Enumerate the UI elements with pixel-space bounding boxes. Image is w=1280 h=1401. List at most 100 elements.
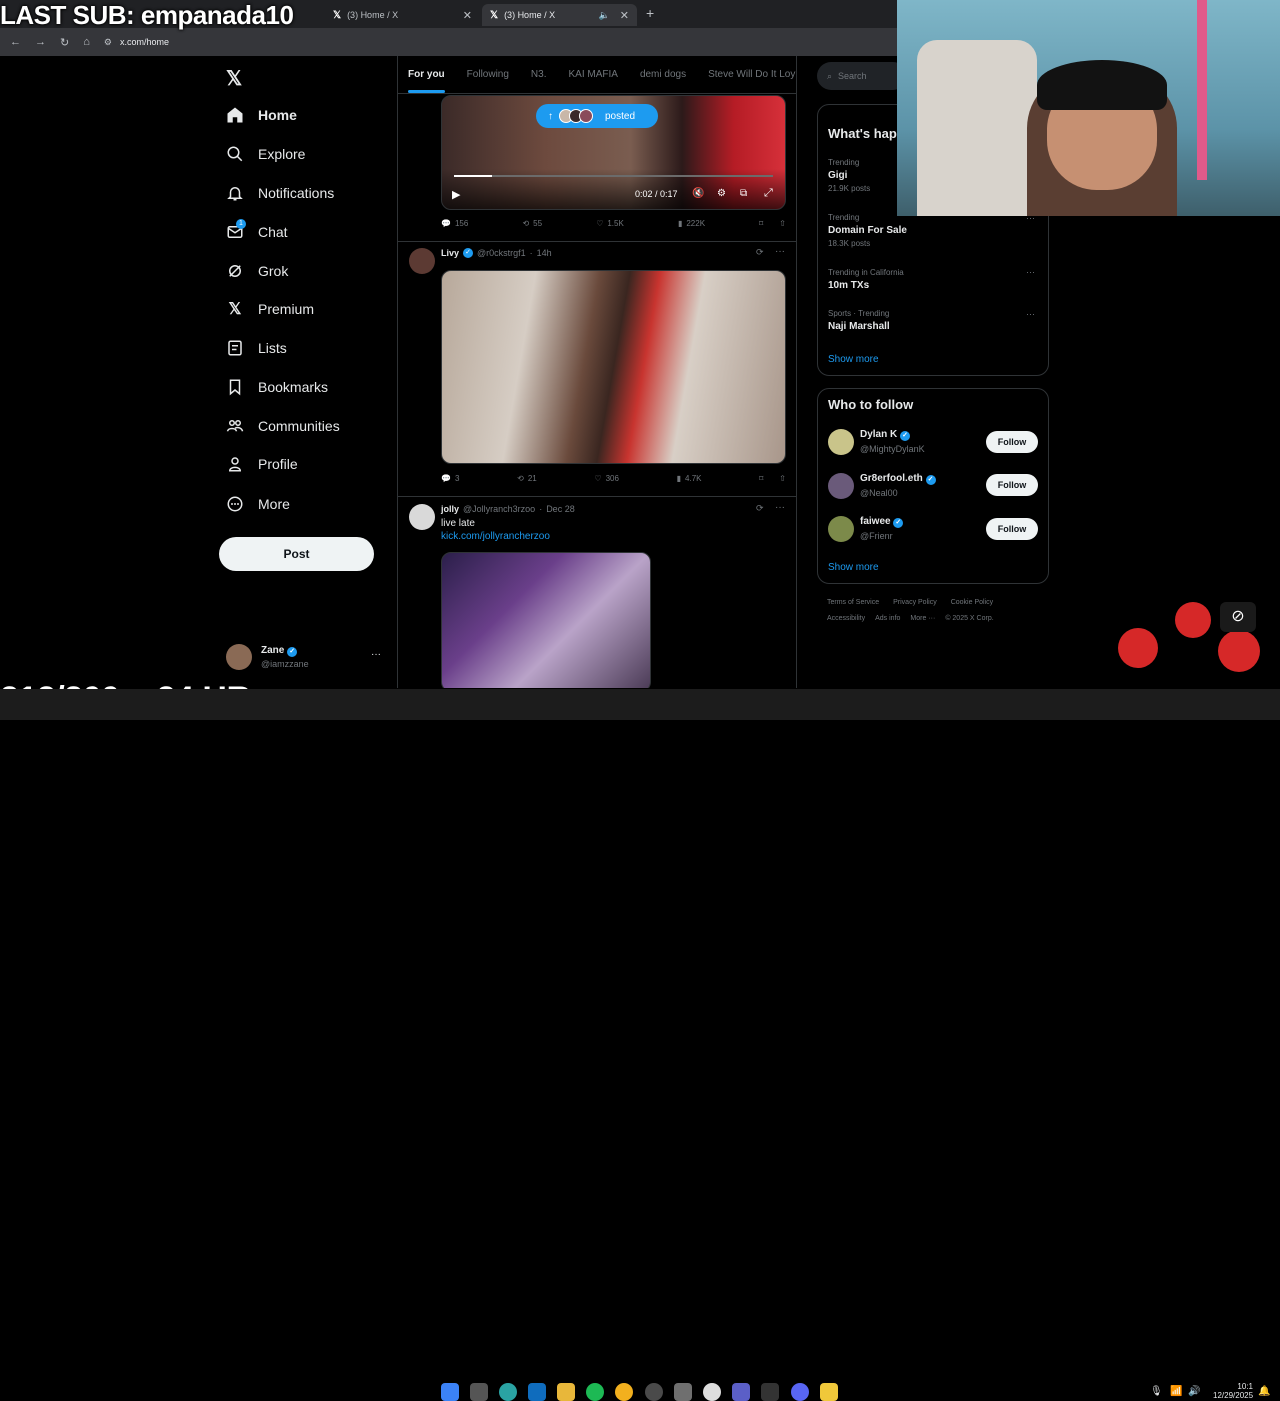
post-time[interactable]: Dec 28: [546, 504, 575, 514]
avatar[interactable]: [409, 504, 435, 530]
sidebar-item-explore[interactable]: Explore: [226, 145, 305, 163]
speaker-icon[interactable]: 🔈: [599, 10, 610, 21]
trend-item[interactable]: Sports · Trending Naji Marshall: [828, 309, 890, 332]
avatar[interactable]: [409, 248, 435, 274]
spotify-icon[interactable]: [586, 1383, 604, 1401]
store-icon[interactable]: [674, 1383, 692, 1401]
bookmark-button[interactable]: ⌑ ⇧: [759, 219, 786, 228]
windows-start-icon[interactable]: [441, 1383, 459, 1401]
sidebar-item-profile[interactable]: Profile: [226, 455, 298, 473]
chrome-icon[interactable]: [615, 1383, 633, 1401]
post-link[interactable]: kick.com/jollyrancherzoo: [441, 531, 550, 542]
account-switcher[interactable]: Zane ✓ @iamzzane ···: [226, 644, 386, 672]
file-explorer-icon[interactable]: [557, 1383, 575, 1401]
site-info-icon[interactable]: ⚙: [104, 37, 112, 48]
tab-n3[interactable]: N3.: [531, 69, 547, 80]
pip-icon[interactable]: ⧉: [740, 188, 747, 199]
author-name[interactable]: jolly: [441, 504, 459, 514]
sidebar-item-notifications[interactable]: Notifications: [226, 184, 334, 202]
avatar[interactable]: [828, 516, 854, 542]
tab-for-you[interactable]: For you: [408, 69, 445, 93]
browser-tab-active[interactable]: 𝕏 (3) Home / X 🔈 ✕: [482, 4, 637, 26]
follow-button[interactable]: Follow: [986, 431, 1038, 453]
sidebar-item-communities[interactable]: Communities: [226, 417, 340, 435]
views-button[interactable]: ▮ 222K: [678, 219, 705, 228]
url-input[interactable]: x.com/home: [120, 37, 169, 47]
grok-icon[interactable]: ⟳: [756, 247, 764, 258]
tab-steve-will-do-it[interactable]: Steve Will Do It Loy: [708, 69, 795, 80]
footer-link[interactable]: Terms of Service: [827, 599, 879, 606]
notification-center-icon[interactable]: 🔔: [1258, 1386, 1270, 1397]
footer-link[interactable]: Cookie Policy: [951, 599, 993, 606]
forward-icon[interactable]: →: [35, 36, 46, 48]
more-icon[interactable]: ···: [775, 502, 785, 513]
views-button[interactable]: ▮ 4.7K: [677, 474, 702, 483]
sidebar-item-chat[interactable]: 1 Chat: [226, 219, 288, 241]
edge-icon[interactable]: [499, 1383, 517, 1401]
post-image[interactable]: [441, 552, 651, 688]
trend-item[interactable]: Trending Gigi 21.9K posts: [828, 158, 870, 193]
tab-close-icon[interactable]: ✕: [620, 9, 629, 22]
clock[interactable]: 10:1 12/29/2025: [1213, 1382, 1253, 1400]
suggestion-name-row[interactable]: faiwee ✓: [860, 516, 904, 528]
sidebar-item-lists[interactable]: Lists: [226, 339, 287, 357]
microphone-icon[interactable]: 🎙: [1150, 1386, 1163, 1397]
footer-link[interactable]: More ···: [910, 615, 935, 622]
play-icon[interactable]: ▶: [452, 188, 460, 201]
x-logo[interactable]: 𝕏: [226, 66, 242, 91]
trend-more-icon[interactable]: ···: [1026, 309, 1035, 319]
bookmark-button[interactable]: ⌑ ⇧: [759, 474, 786, 483]
tab-demi-dogs[interactable]: demi dogs: [640, 69, 686, 80]
tab-close-icon[interactable]: ✕: [463, 9, 472, 22]
suggestion-name-row[interactable]: Gr8erfool.eth ✓: [860, 473, 936, 485]
sidebar-item-premium[interactable]: 𝕏 Premium: [226, 300, 314, 318]
like-button[interactable]: ♡ 306: [594, 474, 619, 483]
footer-link[interactable]: Accessibility: [827, 615, 865, 622]
sidebar-item-grok[interactable]: Grok: [226, 262, 288, 280]
reply-button[interactable]: 💬 3: [441, 474, 459, 483]
grok-icon[interactable]: ⟳: [756, 503, 764, 514]
share-icon[interactable]: ⇧: [779, 474, 786, 483]
reply-button[interactable]: 💬 156: [441, 219, 468, 228]
follow-button[interactable]: Follow: [986, 474, 1038, 496]
share-icon[interactable]: ⇧: [779, 219, 786, 228]
footer-link[interactable]: Ads info: [875, 615, 900, 622]
tab-kai-mafia[interactable]: KAI MAFIA: [568, 69, 617, 80]
task-view-icon[interactable]: [470, 1383, 488, 1401]
mute-icon[interactable]: 🔇: [692, 188, 704, 199]
trend-more-icon[interactable]: ···: [1026, 267, 1035, 277]
app-icon[interactable]: [820, 1383, 838, 1401]
show-more-link[interactable]: Show more: [828, 562, 879, 573]
show-more-link[interactable]: Show more: [828, 354, 879, 365]
tab-following[interactable]: Following: [467, 69, 509, 80]
follow-button[interactable]: Follow: [986, 518, 1038, 540]
reload-icon[interactable]: ↻: [60, 36, 69, 49]
repost-button[interactable]: ⟲ 21: [517, 474, 537, 483]
author-name[interactable]: Livy: [441, 248, 459, 258]
home-browser-icon[interactable]: ⌂: [83, 36, 90, 48]
new-tab-button[interactable]: +: [646, 5, 654, 21]
app-icon[interactable]: [761, 1383, 779, 1401]
author-handle[interactable]: @Jollyranch3rzoo: [463, 504, 535, 514]
account-menu-icon[interactable]: ···: [371, 649, 381, 660]
author-handle[interactable]: @r0ckstrgf1: [477, 248, 526, 258]
wifi-icon[interactable]: 📶: [1170, 1386, 1182, 1397]
back-icon[interactable]: ←: [10, 36, 21, 48]
footer-link[interactable]: Privacy Policy: [893, 599, 937, 606]
more-icon[interactable]: ···: [775, 246, 785, 257]
suggestion-name-row[interactable]: Dylan K ✓: [860, 429, 911, 441]
volume-icon[interactable]: 🔊: [1188, 1386, 1200, 1397]
settings-icon[interactable]: ⚙: [717, 188, 726, 199]
teams-icon[interactable]: [732, 1383, 750, 1401]
sidebar-item-more[interactable]: More: [226, 495, 290, 513]
post-button[interactable]: Post: [219, 537, 374, 571]
like-button[interactable]: ♡ 1.5K: [596, 219, 624, 228]
trend-item[interactable]: Trending in California 10m TXs: [828, 268, 904, 291]
app-icon[interactable]: [703, 1383, 721, 1401]
new-posts-pill[interactable]: ↑ posted: [536, 104, 658, 128]
sidebar-item-bookmarks[interactable]: Bookmarks: [226, 378, 328, 396]
sidebar-item-home[interactable]: Home: [226, 106, 297, 124]
avatar[interactable]: [828, 429, 854, 455]
browser-tab[interactable]: 𝕏 (3) Home / X ✕: [325, 4, 480, 26]
video-progress-track[interactable]: [454, 175, 773, 177]
